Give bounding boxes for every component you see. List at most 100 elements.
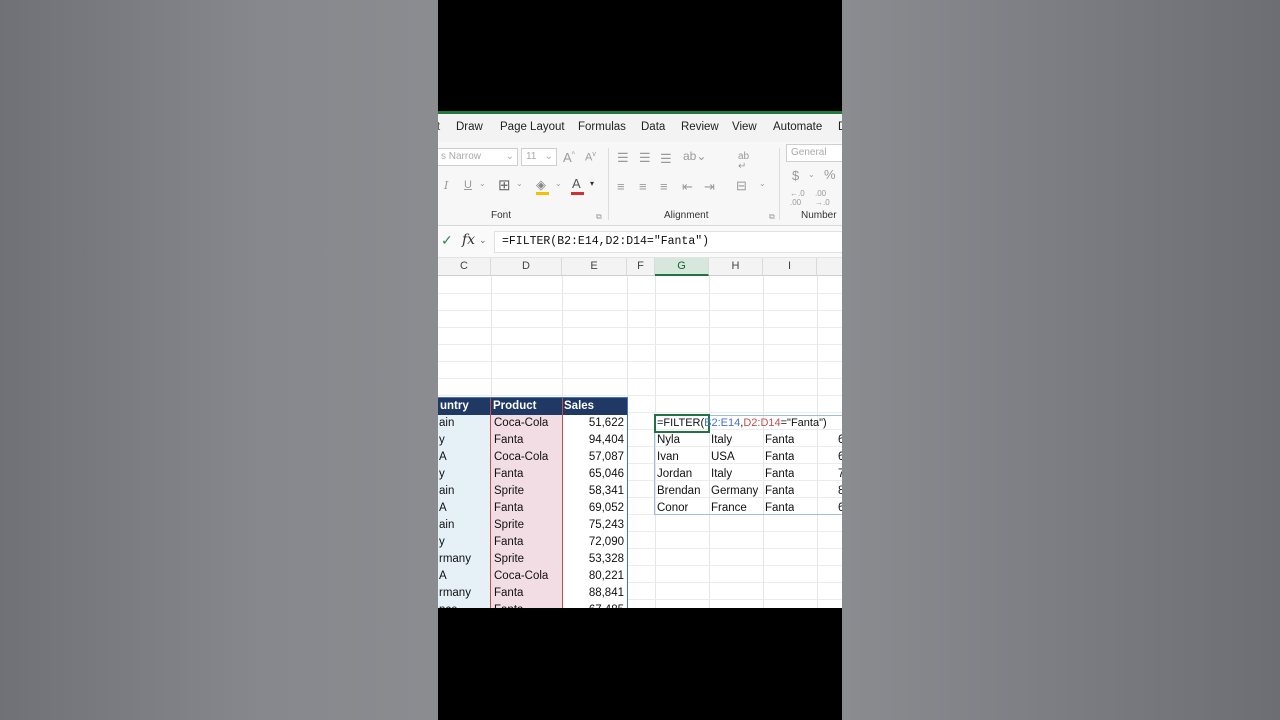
align-left-icon[interactable]: ≡ — [617, 179, 625, 194]
fill-color-icon[interactable]: ◈ — [536, 177, 546, 193]
chevron-down-icon[interactable]: ⌄ — [479, 235, 487, 246]
result-name[interactable]: Brendan — [657, 483, 700, 500]
result-product[interactable]: Fanta — [765, 432, 794, 449]
result-product[interactable]: Fanta — [765, 449, 794, 466]
result-name[interactable]: Jordan — [657, 466, 692, 483]
tab-review[interactable]: Review — [681, 121, 719, 133]
video-background-left — [0, 0, 438, 720]
formula-input[interactable]: =FILTER(B2:E14,D2:D14="Fanta") — [494, 231, 842, 253]
wrap-text-label: ab — [738, 151, 750, 162]
number-format-dropdown[interactable]: General — [786, 144, 842, 162]
decrease-indent-icon[interactable]: ⇤ — [682, 179, 693, 195]
group-separator — [608, 148, 609, 220]
borders-icon[interactable]: ⊞ — [498, 176, 511, 194]
tab-view[interactable]: View — [732, 121, 757, 133]
formula-ref-red: D2:D14 — [743, 417, 781, 429]
fill-color-swatch — [536, 192, 549, 195]
result-name[interactable]: Conor — [657, 500, 688, 517]
column-header-h[interactable]: H — [709, 258, 763, 276]
font-name-dropdown[interactable]: s Narrow ⌄ — [438, 148, 518, 166]
result-name[interactable]: Ivan — [657, 449, 679, 466]
align-middle-icon[interactable]: ☰ — [639, 150, 651, 166]
result-country[interactable]: Germany — [711, 483, 758, 500]
currency-button[interactable]: $ — [792, 168, 799, 183]
result-country[interactable]: France — [711, 500, 747, 517]
result-country[interactable]: USA — [711, 449, 735, 466]
formula-function: =FILTER( — [657, 417, 705, 429]
grow-font-label: A — [563, 150, 572, 165]
dialog-launcher-icon[interactable]: ⧉ — [769, 212, 775, 222]
font-size-dropdown[interactable]: 11 ⌄ — [521, 148, 557, 166]
enter-check-icon[interactable]: ✓ — [441, 232, 453, 249]
increase-decimal-icon[interactable]: ←.0.00 — [790, 189, 805, 207]
ribbon: s Narrow ⌄ 11 ⌄ A^ Av I U ⌄ ⊞ ⌄ ◈ ⌄ A ▾ … — [438, 142, 842, 226]
result-sales[interactable]: 6 — [838, 449, 842, 466]
gridline-horizontal — [438, 344, 842, 345]
result-sales[interactable]: 7 — [838, 466, 842, 483]
formula-criteria: ="Fanta") — [780, 417, 827, 429]
grow-font-button[interactable]: A^ — [563, 150, 575, 165]
result-sales[interactable]: 6 — [838, 432, 842, 449]
chevron-down-icon: ⌄ — [544, 151, 553, 162]
merge-center-icon[interactable]: ⊟ — [736, 178, 747, 194]
tab-draw[interactable]: Draw — [456, 121, 483, 133]
font-size-value: 11 — [526, 151, 537, 162]
percent-button[interactable]: % — [824, 167, 836, 182]
align-right-icon[interactable]: ≡ — [660, 179, 668, 194]
align-top-icon[interactable]: ☰ — [617, 150, 629, 166]
font-group-label: Font — [491, 210, 512, 221]
chevron-down-icon: ⌄ — [516, 179, 523, 188]
result-sales[interactable]: 6 — [838, 500, 842, 517]
column-header-i[interactable]: I — [763, 258, 817, 276]
tab-formulas[interactable]: Formulas — [578, 121, 626, 133]
result-name[interactable]: Nyla — [657, 432, 680, 449]
excel-window: t Draw Page Layout Formulas Data Review … — [438, 111, 842, 608]
tab-partial-right[interactable]: D — [838, 121, 842, 133]
result-product[interactable]: Fanta — [765, 500, 794, 517]
column-header-f[interactable]: F — [627, 258, 655, 276]
tab-page-layout[interactable]: Page Layout — [500, 121, 565, 133]
cell-edit-formula[interactable]: =FILTER(B2:E14,D2:D14="Fanta") — [657, 415, 827, 432]
video-frame: t Draw Page Layout Formulas Data Review … — [438, 0, 842, 720]
result-product[interactable]: Fanta — [765, 483, 794, 500]
chevron-down-icon: ⌄ — [555, 179, 562, 188]
gridline-horizontal — [438, 361, 842, 362]
ribbon-tabs: t Draw Page Layout Formulas Data Review … — [438, 114, 842, 142]
chevron-down-icon: ⌄ — [505, 151, 514, 162]
tab-data[interactable]: Data — [641, 121, 665, 133]
column-header-g[interactable]: G — [655, 258, 709, 276]
shrink-font-button[interactable]: Av — [585, 151, 596, 164]
align-bottom-icon[interactable]: ☰ — [660, 151, 672, 167]
orientation-icon[interactable]: ab⌄ — [683, 149, 706, 163]
gridline-horizontal — [438, 395, 842, 396]
font-color-swatch — [571, 192, 584, 195]
underline-button[interactable]: U — [464, 179, 472, 191]
decrease-decimal-icon[interactable]: .00 →.0 — [815, 189, 830, 207]
wrap-text-icon[interactable]: ab ↵ — [738, 152, 749, 172]
result-product[interactable]: Fanta — [765, 466, 794, 483]
increase-indent-icon[interactable]: ⇥ — [704, 179, 715, 195]
chevron-down-icon: ⌄ — [808, 170, 815, 179]
formula-ref-blue: B2:E14 — [704, 417, 741, 429]
video-background-right — [842, 0, 1280, 720]
align-center-icon[interactable]: ≡ — [639, 179, 647, 194]
insert-function-icon[interactable]: fx — [462, 232, 475, 248]
column-header-partial[interactable] — [817, 258, 842, 276]
column-header-d[interactable]: D — [491, 258, 562, 276]
group-separator — [779, 148, 780, 220]
dialog-launcher-icon[interactable]: ⧉ — [596, 212, 602, 222]
alignment-group-label: Alignment — [664, 210, 709, 221]
result-country[interactable]: Italy — [711, 466, 732, 483]
tab-automate[interactable]: Automate — [773, 121, 822, 133]
column-header-e[interactable]: E — [562, 258, 627, 276]
result-country[interactable]: Italy — [711, 432, 732, 449]
tab-partial[interactable]: t — [438, 121, 440, 133]
result-sales[interactable]: 8 — [838, 483, 842, 500]
font-name-value: s Narrow — [441, 151, 482, 162]
column-header-c[interactable]: C — [438, 258, 491, 276]
worksheet-grid[interactable]: C D E F G H I untry Product Sales ain Coc… — [438, 258, 842, 608]
font-color-icon[interactable]: A — [572, 176, 581, 191]
formula-bar: ✓ fx ⌄ =FILTER(B2:E14,D2:D14="Fanta") — [438, 226, 842, 258]
gridline-horizontal — [438, 327, 842, 328]
italic-button[interactable]: I — [444, 179, 448, 192]
